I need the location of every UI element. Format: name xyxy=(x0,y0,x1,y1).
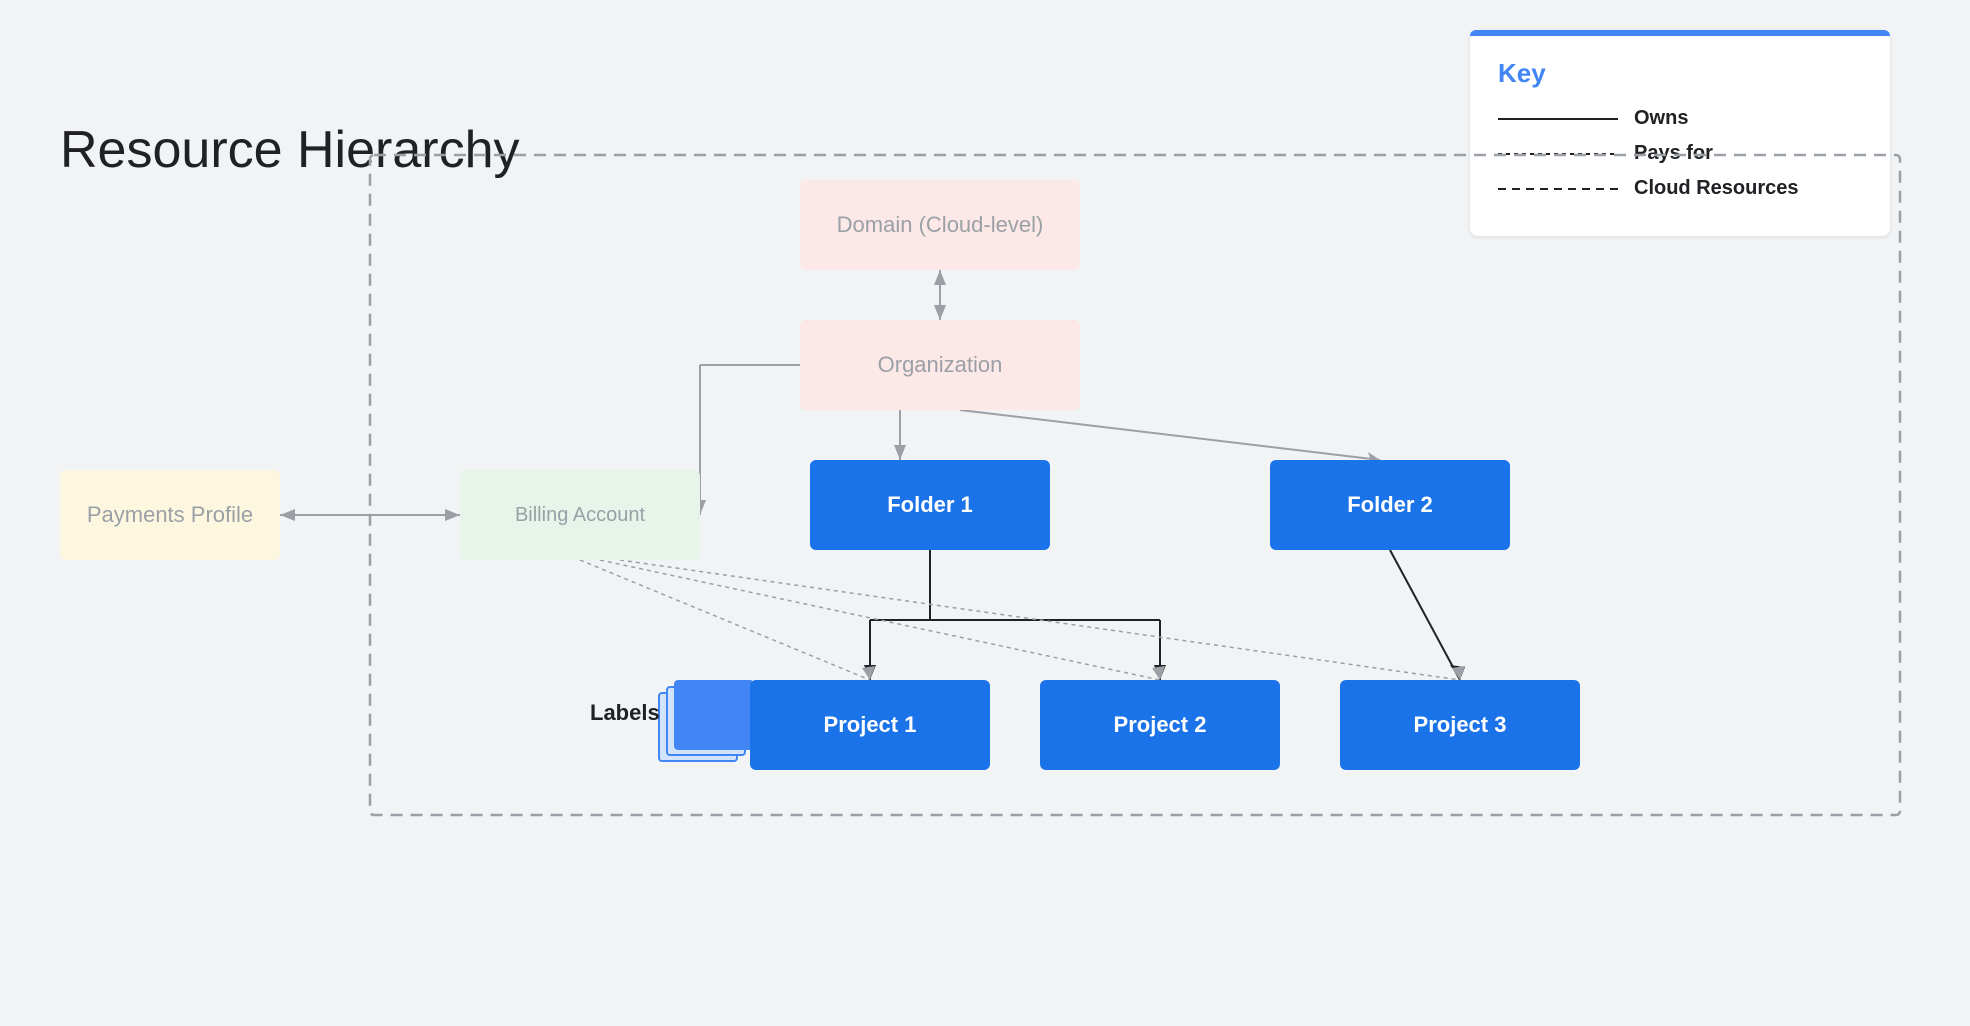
payments-node: Payments Profile xyxy=(60,470,280,560)
domain-node: Domain (Cloud-level) xyxy=(800,180,1080,270)
stacked-card-front xyxy=(674,680,754,750)
project1-node: Project 1 xyxy=(750,680,990,770)
payments-label: Payments Profile xyxy=(87,502,253,528)
folder1-label: Folder 1 xyxy=(887,492,973,518)
project1-label: Project 1 xyxy=(824,712,917,738)
organization-node: Organization xyxy=(800,320,1080,410)
folder1-node: Folder 1 xyxy=(810,460,1050,550)
billing-node: Billing Account xyxy=(460,470,700,560)
labels-text: Labels xyxy=(590,700,660,726)
domain-label: Domain (Cloud-level) xyxy=(837,212,1044,238)
project3-node: Project 3 xyxy=(1340,680,1580,770)
folder2-node: Folder 2 xyxy=(1270,460,1510,550)
project3-label: Project 3 xyxy=(1414,712,1507,738)
project2-node: Project 2 xyxy=(1040,680,1280,770)
org-label: Organization xyxy=(878,352,1003,378)
billing-label: Billing Account xyxy=(515,504,645,527)
project2-label: Project 2 xyxy=(1114,712,1207,738)
folder2-label: Folder 2 xyxy=(1347,492,1433,518)
